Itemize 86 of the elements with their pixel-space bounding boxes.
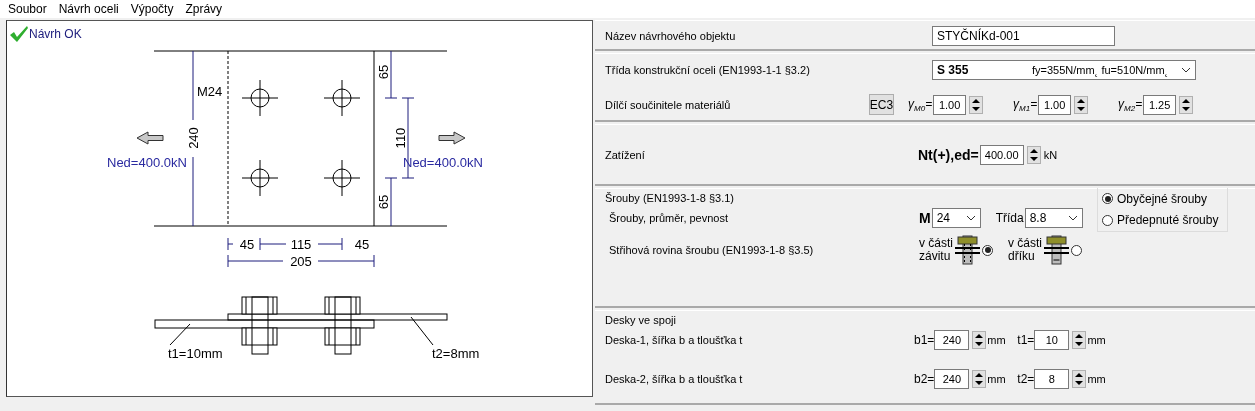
dimension-label: 205: [290, 254, 312, 269]
width-field[interactable]: 240: [934, 330, 970, 350]
name-field[interactable]: STYČNÍKd-001: [932, 25, 1115, 46]
option-label: v části dříku: [1008, 237, 1042, 263]
spinner[interactable]: [1072, 370, 1087, 388]
menu-item[interactable]: Soubor: [2, 2, 53, 16]
menu-item[interactable]: Zprávy: [179, 2, 229, 16]
chevron-icon: [965, 215, 976, 221]
field-label: Deska-1, šířka b a tloušťka t: [605, 334, 744, 346]
dimension-label: 45: [239, 237, 255, 252]
field-label: Název návrhového objektu: [605, 29, 737, 42]
bolt-hole: [323, 79, 361, 117]
dimension-label: 65: [375, 64, 391, 80]
radio-option[interactable]: Předepnuté šrouby: [1102, 213, 1227, 228]
factor-field[interactable]: 1.25: [1143, 94, 1177, 115]
width-field[interactable]: 240: [934, 369, 970, 389]
field-label: Deska-2, šířka b a tloušťka t: [605, 373, 744, 385]
unit-label: mm: [1087, 334, 1106, 346]
unit-label: mm: [1087, 373, 1106, 385]
unit-label: mm: [987, 373, 1007, 385]
leader-line: [169, 323, 191, 346]
diameter-label: M: [919, 210, 931, 226]
spinner[interactable]: [972, 331, 987, 349]
factor-label: γ$_{M0}$=: [908, 96, 933, 113]
spinner[interactable]: [1026, 146, 1041, 164]
code-button[interactable]: EC3: [869, 94, 894, 115]
thickness-label: t2=: [1017, 372, 1035, 386]
dimension-label: 240: [185, 127, 201, 149]
force-arrow: [136, 131, 164, 145]
factor-label: γ$_{M2}$=: [1118, 96, 1143, 113]
dimension-label: 110: [392, 127, 408, 149]
force-label: Ned=400.0kN: [403, 155, 483, 170]
unit-label: mm: [987, 334, 1007, 346]
thickness-field[interactable]: 8: [1034, 369, 1070, 389]
dimension-line: [227, 237, 234, 251]
dimension-label: 65: [375, 194, 391, 210]
unit-label: kN: [1043, 149, 1058, 161]
thickness-label: t1=10mm: [168, 346, 223, 361]
class-dropdown[interactable]: 8.8: [1024, 208, 1083, 228]
spinner[interactable]: [972, 370, 987, 388]
load-field[interactable]: 400.00: [979, 145, 1024, 165]
radio-button[interactable]: [1102, 214, 1113, 226]
dimension-label: 115: [290, 237, 312, 252]
radio-button[interactable]: [982, 244, 993, 256]
spinner[interactable]: [969, 95, 984, 114]
spinner[interactable]: [1074, 95, 1089, 114]
chevron-icon: [1067, 215, 1078, 221]
width-label: b2=: [914, 372, 935, 386]
bolt-label: M24: [197, 84, 223, 99]
load-label: Nt(+),ed=: [918, 147, 979, 163]
chevron-icon: [1181, 67, 1191, 73]
field-label: Zatížení: [605, 149, 646, 161]
field-label: Dílčí součinitele materiálů: [605, 98, 732, 111]
diameter-dropdown[interactable]: 24: [931, 208, 981, 228]
width-label: b1=: [914, 333, 935, 347]
status-label: Návrh OK: [29, 27, 82, 41]
bolt-hole: [241, 79, 279, 117]
leader-line: [410, 316, 434, 346]
option-label: v části závitu: [919, 237, 953, 263]
field-label: Třída konstrukční oceli (EN1993-1-1 §3.2): [605, 64, 811, 76]
steel-dropdown[interactable]: S 355 fy=355N/mm˛ fu=510N/mm˛: [932, 60, 1196, 80]
thickness-label: t1=: [1017, 333, 1035, 347]
factor-field[interactable]: 1.00: [933, 94, 967, 115]
dimension-label: 45: [354, 237, 370, 252]
factor-field[interactable]: 1.00: [1038, 94, 1072, 115]
radio-option[interactable]: Obyčejné šrouby: [1102, 191, 1227, 206]
radio-button[interactable]: [1102, 193, 1113, 205]
class-label: Třída: [995, 211, 1024, 225]
force-label: Ned=400.0kN: [107, 155, 187, 170]
menu-item[interactable]: Návrh oceli: [52, 2, 125, 16]
section-title: Šrouby (EN1993-1-8 §3.1): [605, 192, 735, 204]
force-arrow: [438, 131, 466, 145]
section-title: Desky ve spoji: [605, 314, 677, 326]
bolt-hole: [241, 159, 279, 197]
field-label: Šrouby, průměr, pevnost: [609, 212, 730, 224]
field-label: Střihová rovina šroubu (EN1993-1-8 §3.5): [609, 244, 815, 256]
spinner[interactable]: [1179, 95, 1194, 114]
thickness-label: t2=8mm: [432, 346, 480, 361]
spinner[interactable]: [1072, 331, 1087, 349]
menu-item[interactable]: Výpočty: [124, 2, 180, 16]
bolt-hole: [323, 159, 361, 197]
radio-button[interactable]: [1071, 244, 1082, 256]
bolt-icon: [955, 234, 980, 266]
factor-label: γ$_{M1}$=: [1013, 96, 1038, 113]
thickness-field[interactable]: 10: [1034, 330, 1070, 350]
bolt-icon: [1044, 234, 1069, 266]
